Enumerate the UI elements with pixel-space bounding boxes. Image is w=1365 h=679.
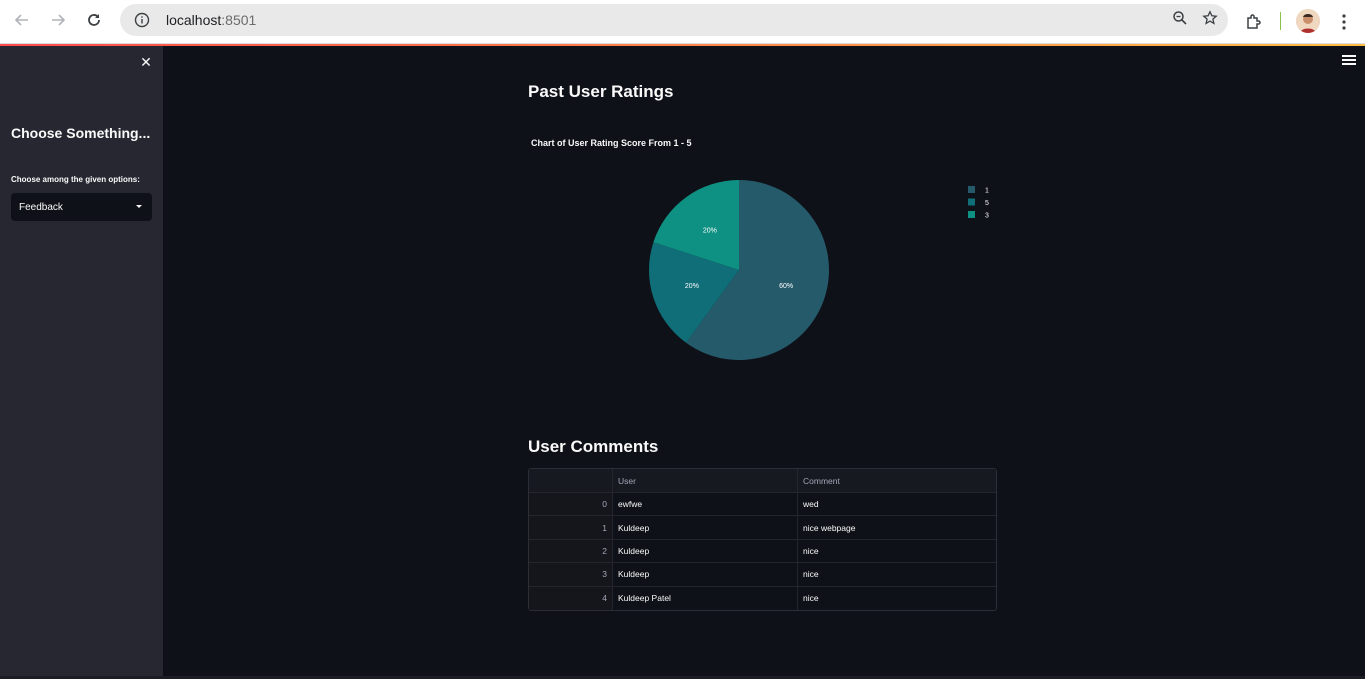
sidebar: ✕ Choose Something... Choose among the g… [0, 46, 163, 679]
row-index: 0 [529, 493, 613, 516]
sidebar-title: Choose Something... [11, 125, 151, 141]
options-select[interactable]: Feedback [11, 193, 152, 221]
legend-swatch-5[interactable] [968, 198, 975, 206]
address-bar[interactable]: localhost:8501 [120, 4, 1228, 36]
back-icon[interactable] [4, 2, 40, 38]
legend-label-3[interactable]: 3 [985, 213, 989, 220]
comments-table: User Comment 0 ewfwe wed 1 Kuldeep nice … [528, 468, 997, 611]
browser-menu-icon[interactable] [1333, 8, 1355, 36]
forward-icon[interactable] [40, 2, 76, 38]
legend-label-1[interactable]: 1 [985, 188, 989, 195]
url-text[interactable]: localhost:8501 [166, 12, 256, 28]
table-row: 4 Kuldeep Patel nice [529, 586, 996, 610]
table-row: 2 Kuldeep nice [529, 539, 996, 564]
row-index: 3 [529, 563, 613, 586]
row-user[interactable]: Kuldeep [613, 563, 798, 586]
close-sidebar-icon[interactable]: ✕ [138, 54, 154, 70]
row-comment[interactable]: nice webpage [798, 516, 996, 538]
header-comment[interactable]: Comment [798, 469, 996, 492]
header-index[interactable] [529, 469, 613, 492]
comments-heading: User Comments [528, 437, 659, 456]
table-row: 1 Kuldeep nice webpage [529, 516, 996, 540]
pie-slice-label: 20% [685, 283, 699, 290]
pie-chart: 60% 20% 20% 1 5 3 [649, 180, 989, 361]
profile-avatar[interactable] [1296, 9, 1320, 33]
row-index: 1 [529, 516, 613, 539]
row-index: 2 [529, 539, 613, 563]
reload-icon[interactable] [76, 2, 112, 38]
table-row: 0 ewfwe wed [529, 493, 996, 517]
select-label: Choose among the given options: [11, 175, 140, 184]
url-host: localhost [166, 12, 222, 28]
ratings-heading: Past User Ratings [528, 82, 674, 101]
table-header-row: User Comment [529, 469, 996, 493]
header-user[interactable]: User [613, 469, 798, 492]
pie-slice-label: 60% [779, 283, 793, 290]
row-index: 4 [529, 586, 613, 610]
extensions-icon[interactable] [1240, 8, 1268, 36]
row-user[interactable]: Kuldeep Patel [613, 586, 798, 610]
legend-swatch-1[interactable] [968, 186, 975, 193]
site-info-icon[interactable] [132, 10, 152, 30]
row-user[interactable]: Kuldeep [613, 539, 798, 563]
select-value: Feedback [19, 201, 63, 213]
legend-swatch-3[interactable] [968, 211, 975, 218]
row-comment[interactable]: nice [798, 587, 996, 610]
row-user[interactable]: ewfwe [613, 493, 798, 516]
table-row: 3 Kuldeep nice [529, 563, 996, 587]
chart-title: Chart of User Rating Score From 1 - 5 [531, 138, 692, 148]
zoom-icon[interactable] [1172, 10, 1188, 31]
main-content: Past User Ratings Chart of User Rating S… [163, 46, 1365, 679]
toolbar-divider [1280, 12, 1281, 30]
row-comment[interactable]: nice [798, 540, 996, 562]
row-comment[interactable]: nice [798, 563, 996, 585]
pie-slice-label: 20% [703, 227, 717, 234]
url-port: :8501 [221, 12, 257, 28]
chevron-down-icon [136, 205, 142, 208]
browser-toolbar: localhost:8501 [0, 0, 1365, 44]
row-comment[interactable]: wed [798, 493, 996, 515]
legend-label-5[interactable]: 5 [985, 200, 989, 207]
row-user[interactable]: Kuldeep [613, 516, 798, 539]
bookmark-star-icon[interactable] [1202, 9, 1218, 31]
